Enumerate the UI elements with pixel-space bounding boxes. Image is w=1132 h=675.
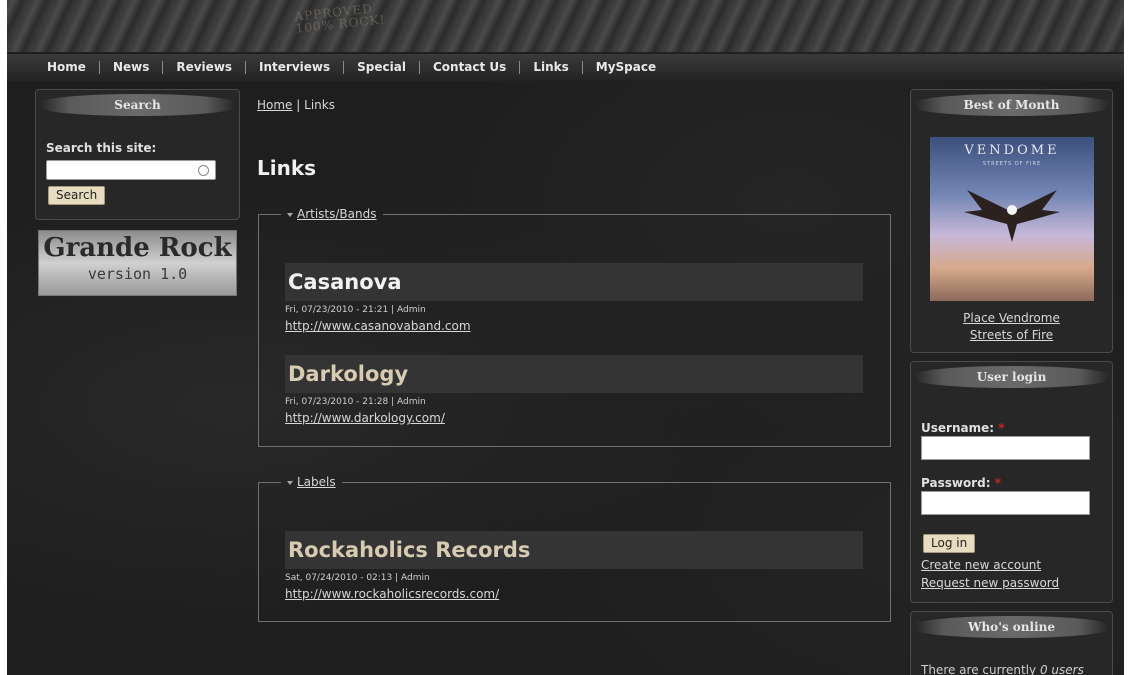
username-label: Username: * [921, 421, 1005, 435]
search-input[interactable] [46, 160, 216, 180]
username-label-text: Username: [921, 421, 995, 435]
search-label: Search this site: [46, 141, 157, 155]
album-cover-subtitle: STREETS OF FIRE [982, 161, 1042, 167]
required-mark: * [994, 476, 1001, 490]
nav-myspace[interactable]: MySpace [583, 61, 669, 74]
nav-links[interactable]: Links [520, 61, 583, 74]
album-cover-band: VENDOME [964, 143, 1060, 158]
album-link-title[interactable]: Streets of Fire [970, 328, 1053, 342]
album-cover-image[interactable]: VENDOME STREETS OF FIRE [930, 137, 1094, 301]
breadcrumb-home[interactable]: Home [257, 98, 292, 112]
album-link-artist[interactable]: Place Vendrome [963, 311, 1060, 325]
entry-url[interactable]: http://www.casanovaband.com [285, 319, 471, 333]
entry-url[interactable]: http://www.darkology.com/ [285, 411, 445, 425]
nav-home[interactable]: Home [7, 61, 100, 74]
nav-reviews[interactable]: Reviews [163, 61, 247, 74]
entry-meta: Sat, 07/24/2010 - 02:13 | Admin [285, 573, 430, 583]
password-label: Password: * [921, 476, 1001, 490]
password-label-text: Password: [921, 476, 991, 490]
whos-online-text: There are currently 0 users [921, 663, 1084, 675]
user-login-block: User login Username: * Password: * Log i… [910, 361, 1113, 603]
nav-news[interactable]: News [100, 61, 164, 74]
nav-interviews[interactable]: Interviews [246, 61, 345, 74]
whos-online-block: Who's online There are currently 0 users [910, 611, 1113, 675]
entry-meta: Fri, 07/23/2010 - 21:21 | Admin [285, 305, 426, 315]
group-legend[interactable]: Artists/Bands [281, 207, 383, 221]
main-nav: Home News Reviews Interviews Special Con… [7, 54, 1124, 81]
group-legend[interactable]: Labels [281, 475, 342, 489]
entry-url[interactable]: http://www.rockaholicsrecords.com/ [285, 587, 499, 601]
best-of-month-title: Best of Month [915, 94, 1108, 116]
search-icon [198, 165, 209, 176]
header-stamp: APPROVED 100% ROCK! [294, 1, 386, 36]
whos-online-title: Who's online [915, 616, 1108, 638]
request-password-link[interactable]: Request new password [921, 576, 1059, 590]
create-account-link[interactable]: Create new account [921, 558, 1041, 572]
group-artists-bands: Artists/Bands Casanova Fri, 07/23/2010 -… [258, 207, 891, 447]
group-legend-link[interactable]: Labels [297, 475, 336, 489]
entry-title: Darkology [285, 355, 863, 393]
best-of-month-block: Best of Month VENDOME STREETS OF FIRE Pl… [910, 89, 1113, 353]
breadcrumb-current: Links [304, 98, 335, 112]
header-banner: APPROVED 100% ROCK! [7, 0, 1124, 52]
user-login-title: User login [915, 366, 1108, 388]
nav-contact-us[interactable]: Contact Us [420, 61, 521, 74]
logo-title: Grande Rock [43, 233, 232, 263]
album-links: Place Vendrome Streets of Fire [911, 309, 1112, 343]
collapse-triangle-icon [287, 480, 293, 485]
breadcrumb-separator: | [296, 98, 301, 112]
grande-rock-logo: Grande Rock version 1.0 [38, 230, 237, 296]
page-title: Links [257, 156, 317, 180]
collapse-triangle-icon [287, 212, 293, 217]
nav-special[interactable]: Special [344, 61, 420, 74]
whos-online-count: 0 users [1039, 663, 1084, 675]
eagle-icon [964, 190, 1060, 242]
breadcrumb: Home | Links [257, 98, 335, 112]
entry-meta: Fri, 07/23/2010 - 21:28 | Admin [285, 397, 426, 407]
entry-title: Casanova [285, 263, 863, 301]
group-legend-link[interactable]: Artists/Bands [297, 207, 377, 221]
entry-title: Rockaholics Records [285, 531, 863, 569]
search-block-title: Search [40, 94, 235, 116]
required-mark: * [998, 421, 1005, 435]
logo-version: version 1.0 [87, 265, 188, 283]
search-button[interactable]: Search [48, 186, 106, 205]
password-input[interactable] [921, 491, 1090, 515]
username-input[interactable] [921, 436, 1090, 460]
whos-online-prefix: There are currently [921, 663, 1040, 675]
group-labels: Labels Rockaholics Records Sat, 07/24/20… [258, 475, 891, 622]
search-block: Search Search this site: Search [35, 89, 240, 220]
login-button[interactable]: Log in [923, 534, 976, 553]
page-frame: APPROVED 100% ROCK! Home News Reviews In… [7, 0, 1124, 675]
